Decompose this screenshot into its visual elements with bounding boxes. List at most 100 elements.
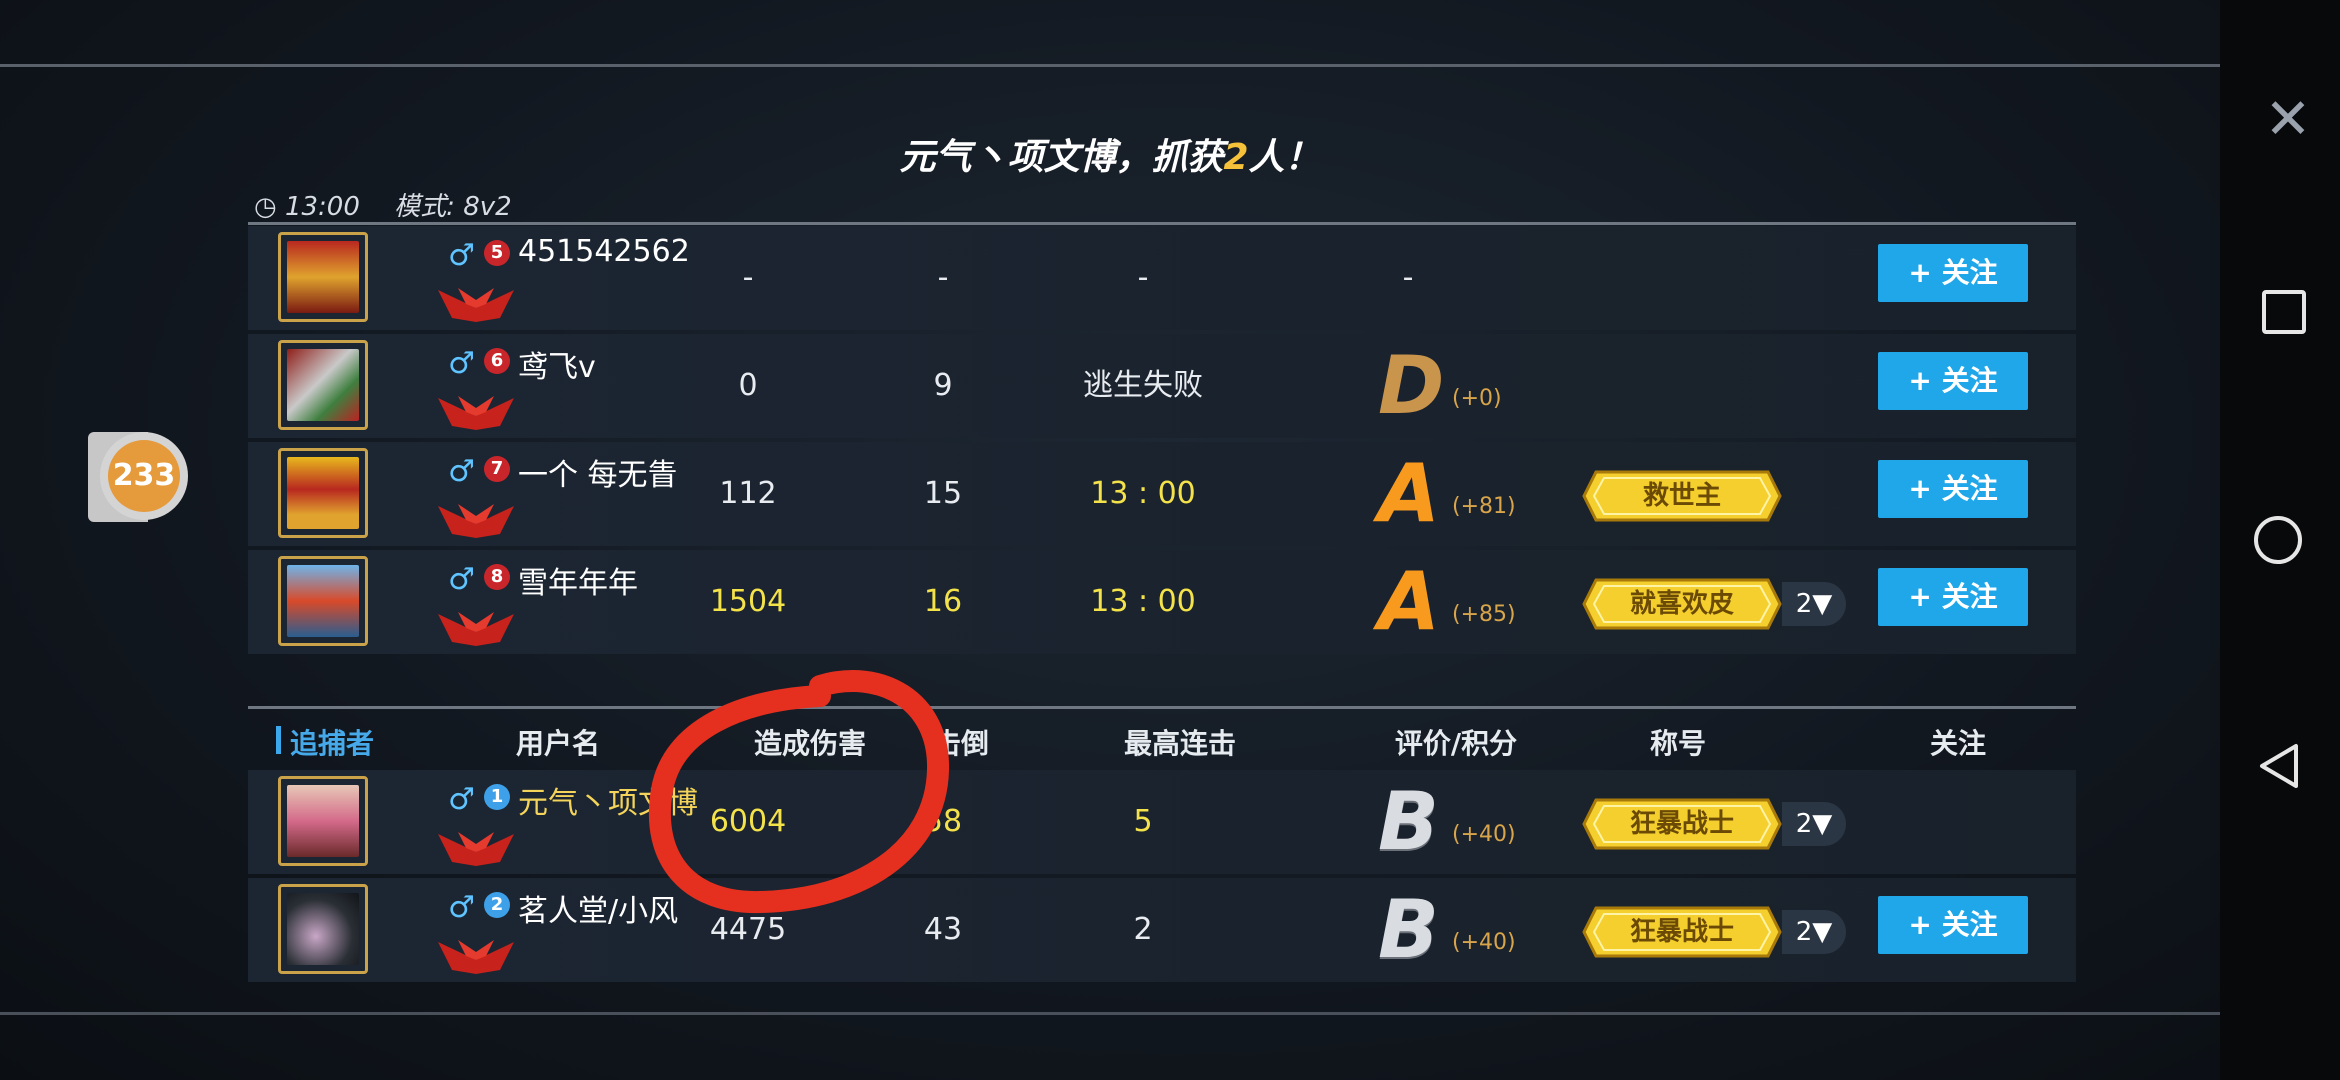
rank-wing-icon xyxy=(438,940,514,974)
rank-badge: 1 xyxy=(484,784,510,810)
avatar[interactable] xyxy=(278,884,368,974)
follow-button[interactable]: + 关注 xyxy=(1878,244,2028,302)
damage: 0 xyxy=(738,368,758,403)
chaser-row: ♂ 2 茗人堂/小风 4475 43 2 B (+40) 狂暴战士 2▼ + 关… xyxy=(248,878,2076,982)
header-follow: 关注 xyxy=(1929,727,1986,760)
chaser-row: ♂ 1 元气丶项文博 6004 58 5 B (+40) 狂暴战士 2▼ xyxy=(248,770,2076,874)
home-icon[interactable] xyxy=(2254,516,2302,564)
title-more-dropdown[interactable]: 2▼ xyxy=(1782,910,1846,954)
header-username: 用户名 xyxy=(515,727,600,760)
male-icon: ♂ xyxy=(448,454,475,489)
title-label: 狂暴战士 xyxy=(1629,917,1734,947)
rank-wing-icon xyxy=(438,396,514,430)
username[interactable]: 鸢飞v xyxy=(518,342,596,386)
title-more-dropdown[interactable]: 2▼ xyxy=(1782,582,1846,626)
avatar[interactable] xyxy=(278,232,368,322)
grade-letter: A xyxy=(1378,555,1440,648)
rank-badge: 7 xyxy=(484,456,510,482)
rank-wing-icon xyxy=(438,288,514,322)
rank-badge: 6 xyxy=(484,348,510,374)
follow-button[interactable]: + 关注 xyxy=(1878,352,2028,410)
runner-row: ♂ 7 一个 每无眚 112 15 13 : 00 A (+81) 救世主 + … xyxy=(248,442,2076,546)
rank-badge: 2 xyxy=(484,892,510,918)
damage: 4475 xyxy=(709,912,787,947)
male-icon: ♂ xyxy=(448,238,475,273)
escape-status: 逃生失败 xyxy=(1083,368,1203,403)
runner-row: ♂ 8 雪年年年 1504 16 13 : 00 A (+85) 就喜欢皮 2▼… xyxy=(248,550,2076,654)
runner-row: ♂ 6 鸢飞v 0 9 逃生失败 D (+0) + 关注 xyxy=(248,334,2076,438)
male-icon: ♂ xyxy=(448,562,475,597)
avatar[interactable] xyxy=(278,340,368,430)
runner-row: ♂ 5 451542562 - - - - + 关注 xyxy=(248,226,2076,330)
title-badge[interactable]: 就喜欢皮 xyxy=(1582,578,1782,630)
follow-button[interactable]: + 关注 xyxy=(1878,896,2028,954)
floating-badge[interactable]: 233 xyxy=(88,432,188,522)
damage: 112 xyxy=(719,476,777,511)
mode-label: 模式: xyxy=(394,192,455,222)
male-icon: ♂ xyxy=(448,890,475,925)
avatar[interactable] xyxy=(278,556,368,646)
grade-letter: D xyxy=(1378,339,1445,432)
streak: 5 xyxy=(1133,804,1153,839)
back-icon[interactable] xyxy=(2258,742,2300,790)
bottom-divider xyxy=(0,1012,2220,1015)
escape-time: 13 : 00 xyxy=(1090,584,1196,619)
match-info: ◷ 13:00 模式: 8v2 xyxy=(254,186,512,223)
banner-prefix: 元气丶项文博，抓获 xyxy=(899,137,1224,178)
grade-letter: B xyxy=(1378,775,1439,868)
rank-wing-icon xyxy=(438,832,514,866)
grade-points: (+85) xyxy=(1452,602,1516,627)
male-icon: ♂ xyxy=(448,782,475,817)
title-badge[interactable]: 救世主 xyxy=(1582,470,1782,522)
rank-badge: 8 xyxy=(484,564,510,590)
frame-top-line xyxy=(248,222,2076,225)
title-badge[interactable]: 狂暴战士 xyxy=(1582,906,1782,958)
hits: - xyxy=(937,260,949,295)
grade-dash: - xyxy=(1402,260,1414,295)
clock-icon: ◷ xyxy=(254,192,277,222)
title-label: 狂暴战士 xyxy=(1629,809,1734,839)
grade-points: (+0) xyxy=(1452,386,1502,411)
header-damage: 造成伤害 xyxy=(753,727,866,760)
banner-count: 2 xyxy=(1223,137,1249,178)
escape-time: 13 : 00 xyxy=(1090,476,1196,511)
match-time: 13:00 xyxy=(284,192,360,222)
grade-points: (+40) xyxy=(1452,930,1516,955)
header-title: 称号 xyxy=(1649,727,1706,760)
grade-letter: A xyxy=(1378,447,1440,540)
rank-wing-icon xyxy=(438,612,514,646)
rank-badge: 5 xyxy=(484,240,510,266)
banner-suffix: 人！ xyxy=(1248,137,1321,178)
follow-button[interactable]: + 关注 xyxy=(1878,460,2028,518)
hits: 9 xyxy=(933,368,953,403)
badge-count: 233 xyxy=(108,440,180,512)
hits: 16 xyxy=(923,584,963,619)
title-label: 救世主 xyxy=(1642,481,1721,511)
section-marker xyxy=(276,726,281,754)
escape-time: - xyxy=(1137,260,1149,295)
close-icon[interactable]: ✕ xyxy=(2264,90,2312,150)
header-knockdowns: 击倒 xyxy=(932,727,989,760)
male-icon: ♂ xyxy=(448,346,475,381)
damage: - xyxy=(742,260,754,295)
rank-wing-icon xyxy=(438,504,514,538)
damage: 6004 xyxy=(709,804,787,839)
grade-points: (+81) xyxy=(1452,494,1516,519)
damage: 1504 xyxy=(709,584,787,619)
grade-points: (+40) xyxy=(1452,822,1516,847)
mode-value: 8v2 xyxy=(463,192,512,222)
result-banner: 元气丶项文博，抓获2人！ xyxy=(0,128,2220,180)
avatar[interactable] xyxy=(278,776,368,866)
recents-icon[interactable] xyxy=(2262,290,2306,334)
frame-mid-line xyxy=(248,706,2076,709)
header-role: 追捕者 xyxy=(290,727,375,760)
title-label: 就喜欢皮 xyxy=(1629,589,1734,619)
username[interactable]: 雪年年年 xyxy=(518,558,638,602)
avatar[interactable] xyxy=(278,448,368,538)
title-more-dropdown[interactable]: 2▼ xyxy=(1782,802,1846,846)
header-streak: 最高连击 xyxy=(1123,727,1236,760)
grade-letter: B xyxy=(1378,883,1439,976)
follow-button[interactable]: + 关注 xyxy=(1878,568,2028,626)
title-badge[interactable]: 狂暴战士 xyxy=(1582,798,1782,850)
knockdowns: 43 xyxy=(923,912,963,947)
